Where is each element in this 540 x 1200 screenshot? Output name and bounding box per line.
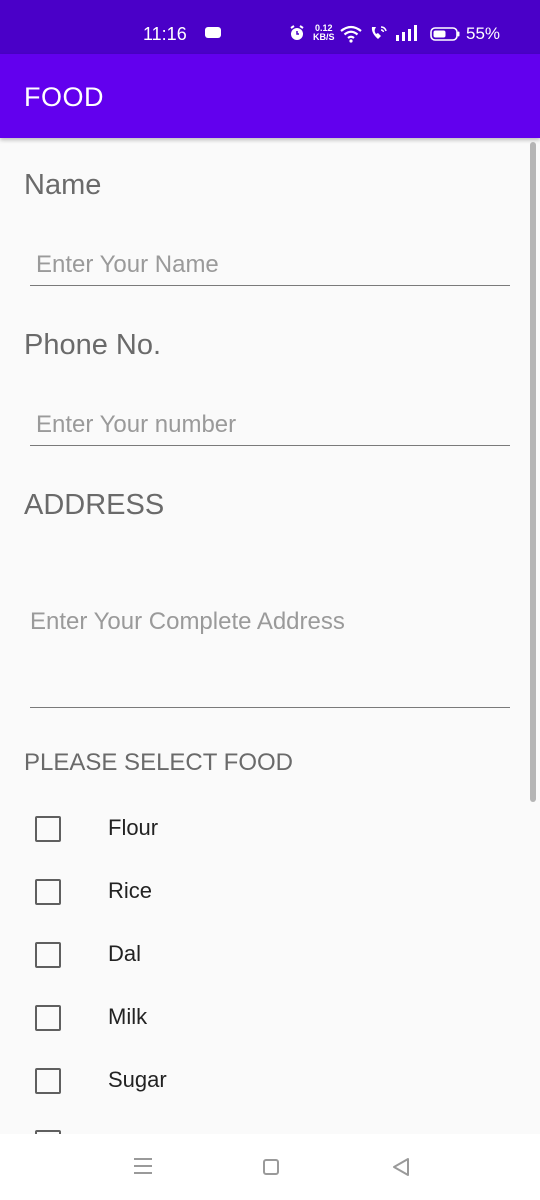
food-option-flour[interactable]: Flour bbox=[0, 815, 520, 866]
checkbox-milk[interactable] bbox=[35, 1005, 61, 1031]
network-speed-unit: KB/S bbox=[313, 32, 335, 42]
food-option-milk[interactable]: Milk bbox=[0, 1004, 520, 1055]
status-time: 11:16 bbox=[143, 24, 187, 44]
food-option-label: Milk bbox=[108, 1004, 148, 1029]
signal-icon bbox=[396, 25, 417, 41]
app-title: FOOD bbox=[24, 82, 104, 112]
address-label: ADDRESS bbox=[24, 489, 165, 521]
system-nav-bar bbox=[0, 1134, 540, 1200]
alarm-icon bbox=[290, 25, 304, 40]
menu-icon[interactable] bbox=[133, 1157, 153, 1175]
name-input[interactable] bbox=[30, 244, 510, 286]
phone-label: Phone No. bbox=[24, 329, 162, 361]
food-option-dal[interactable]: Dal bbox=[0, 941, 520, 992]
food-option-label: Flour bbox=[108, 815, 159, 840]
battery-percentage: 55% bbox=[466, 24, 501, 43]
name-label: Name bbox=[24, 169, 102, 201]
wifi-call-icon bbox=[371, 26, 387, 39]
food-option-label: Sugar bbox=[108, 1067, 167, 1092]
food-option-label: Rice bbox=[108, 878, 153, 903]
scrollbar[interactable] bbox=[530, 142, 536, 802]
phone-input[interactable] bbox=[30, 404, 510, 446]
notification-icon bbox=[205, 27, 221, 38]
select-food-label: PLEASE SELECT FOOD bbox=[24, 749, 293, 776]
checkbox-flour[interactable] bbox=[35, 816, 61, 842]
address-input[interactable] bbox=[30, 560, 510, 708]
food-option-sugar[interactable]: Sugar bbox=[0, 1067, 520, 1118]
checkbox-dal[interactable] bbox=[35, 942, 61, 968]
checkbox-rice[interactable] bbox=[35, 879, 61, 905]
food-option-rice[interactable]: Rice bbox=[0, 878, 520, 929]
food-option-label: Dal bbox=[108, 941, 142, 966]
back-icon[interactable] bbox=[392, 1157, 410, 1177]
battery-icon bbox=[430, 27, 460, 41]
status-bar: 11:16 0.12 KB/S 55% bbox=[0, 0, 540, 54]
home-icon[interactable] bbox=[263, 1159, 279, 1175]
checkbox-sugar[interactable] bbox=[35, 1068, 61, 1094]
app-bar: FOOD bbox=[0, 54, 540, 138]
wifi-icon bbox=[340, 25, 362, 43]
network-speed: 0.12 KB/S bbox=[313, 24, 335, 42]
